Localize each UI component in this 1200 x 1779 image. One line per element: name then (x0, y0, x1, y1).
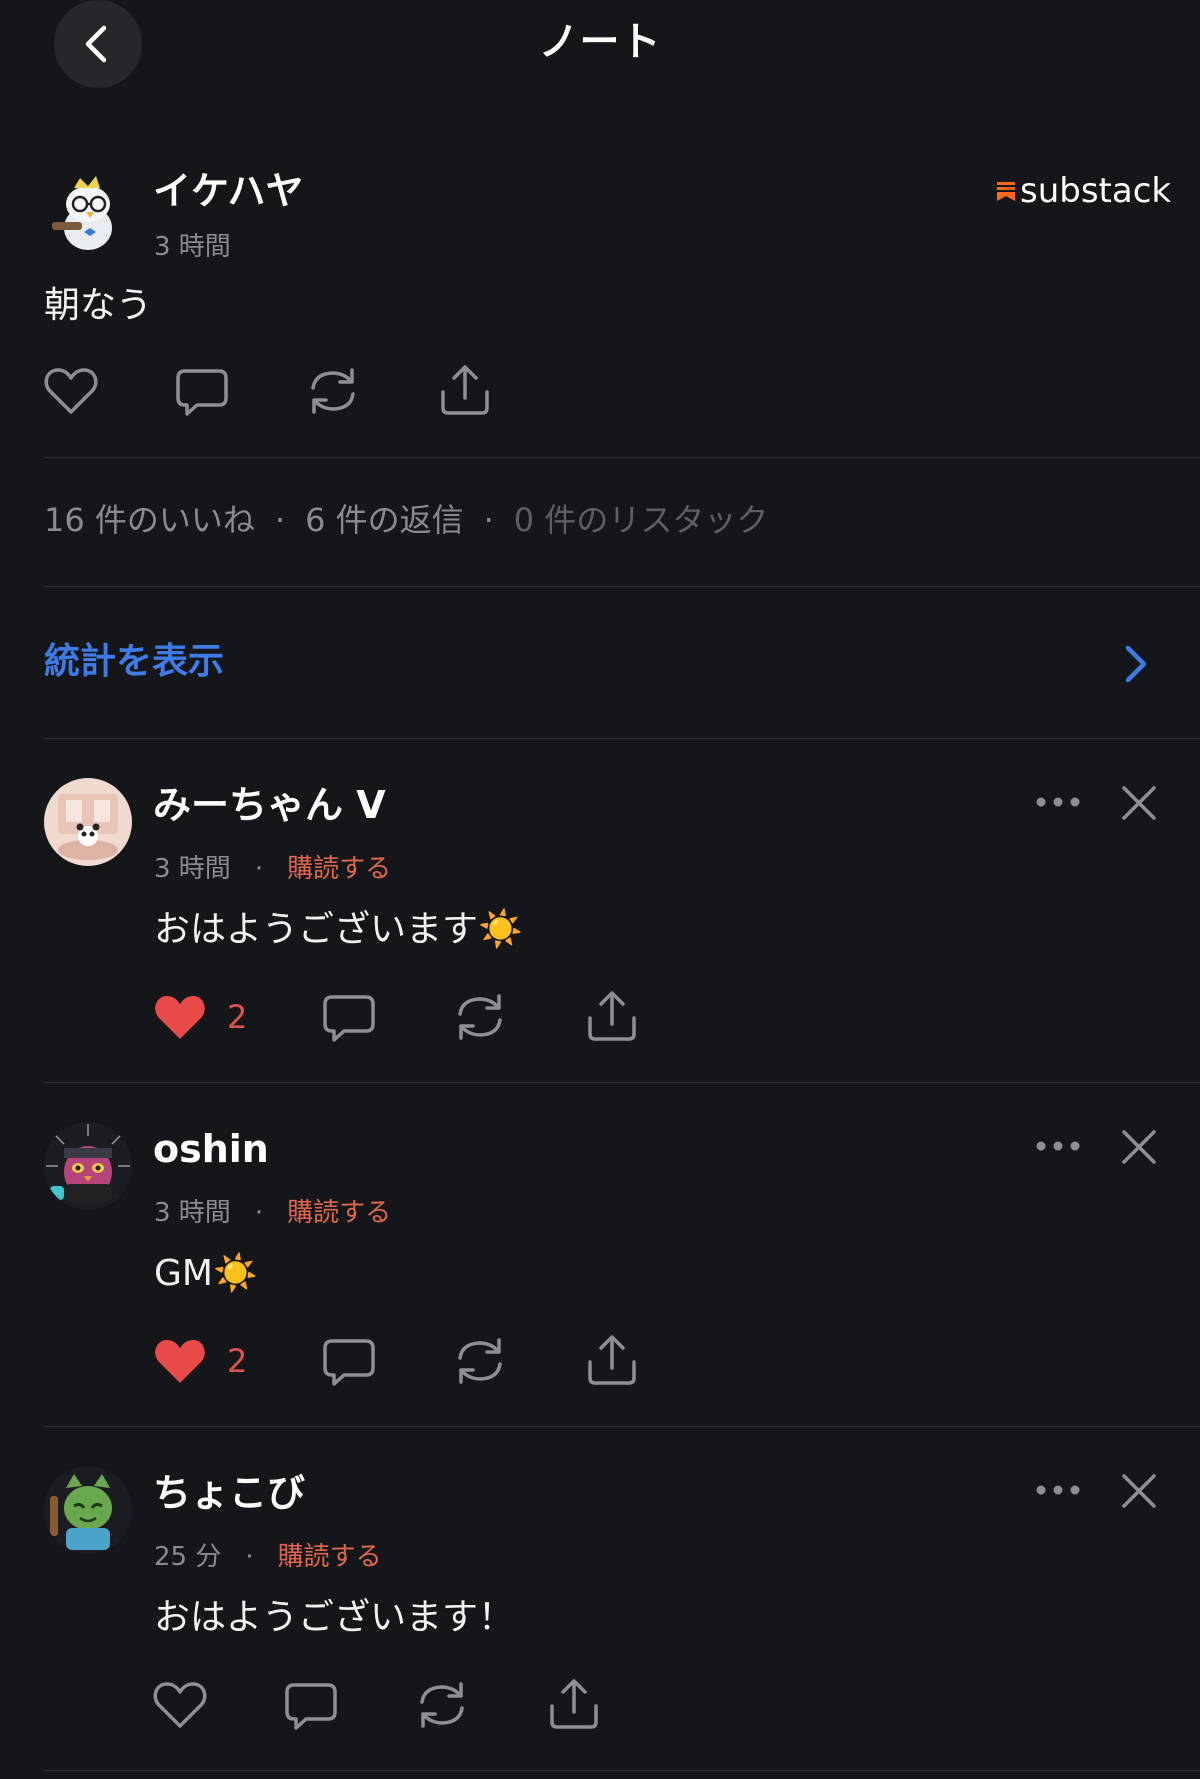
more-options-button[interactable] (1032, 1482, 1084, 1498)
share-button[interactable] (438, 364, 492, 416)
share-icon (441, 365, 489, 415)
restack-button[interactable] (453, 1336, 507, 1386)
avatar-ninja-icon (44, 1122, 132, 1210)
restack-icon (458, 1338, 502, 1384)
dismiss-button[interactable] (1120, 1472, 1158, 1510)
reply-button[interactable] (322, 994, 376, 1044)
comment-timestamp: 25 分 (154, 1542, 222, 1572)
commenter-name[interactable]: ちょこび (153, 1474, 305, 1512)
close-icon (1122, 786, 1156, 820)
comment-icon (323, 995, 375, 1042)
commenter-avatar[interactable] (44, 1122, 132, 1210)
view-stats-row[interactable]: 統計を表示 (44, 610, 1156, 718)
heart-icon (44, 368, 98, 414)
post-stats: 16 件のいいね · 6 件の返信 · 0 件のリスタック (44, 504, 768, 536)
post-timestamp: 3 時間 (154, 232, 231, 262)
substack-wordmark: substack (1020, 171, 1172, 211)
like-button[interactable]: 2 (153, 992, 247, 1042)
heart-filled-icon (155, 1339, 205, 1383)
comment-timestamp: 3 時間 (154, 1198, 231, 1228)
more-options-button[interactable] (1032, 1138, 1084, 1154)
dismiss-button[interactable] (1120, 784, 1158, 822)
post-body: 朝なう (44, 285, 153, 326)
divider (44, 1082, 1200, 1083)
share-icon (550, 1679, 598, 1729)
view-stats-link[interactable]: 統計を表示 (44, 644, 224, 680)
restack-button[interactable] (415, 1680, 469, 1730)
share-button[interactable] (585, 1334, 639, 1386)
commenter-name[interactable]: みーちゃん V (153, 786, 386, 824)
dismiss-button[interactable] (1120, 1128, 1158, 1166)
share-button[interactable] (547, 1678, 601, 1730)
comment-item: oshin 3 時間 · 購読する GM☀️ 2 (0, 1084, 1200, 1426)
stats-separator: · (483, 501, 494, 539)
substack-badge: substack (996, 174, 1171, 208)
comment-body: おはようございます☀️ (154, 909, 523, 950)
meta-separator: · (254, 854, 264, 884)
like-count: 2 (227, 1342, 248, 1380)
share-button[interactable] (585, 990, 639, 1042)
share-icon (588, 991, 636, 1041)
comment-body: GM☀️ (154, 1253, 258, 1294)
comment-meta: 3 時間 · 購読する (154, 1200, 391, 1226)
meta-separator: · (245, 1542, 254, 1572)
avatar-dragon-icon (44, 1466, 132, 1554)
reply-button[interactable] (284, 1682, 338, 1732)
reply-button[interactable] (175, 368, 229, 418)
restack-icon (458, 994, 502, 1040)
heart-filled-icon (155, 995, 205, 1039)
close-icon (1122, 1474, 1156, 1508)
restack-icon (311, 368, 355, 414)
comment-meta: 3 時間 · 購読する (154, 856, 391, 882)
meta-separator: · (254, 1198, 264, 1228)
heart-icon (153, 1682, 207, 1728)
like-button[interactable] (153, 1680, 207, 1730)
divider (44, 738, 1200, 739)
comment-icon (285, 1683, 337, 1730)
restack-icon (420, 1682, 464, 1728)
restack-button[interactable] (306, 366, 360, 416)
subscribe-link[interactable]: 購読する (287, 856, 391, 882)
substack-logo-icon (997, 182, 1015, 201)
subscribe-link[interactable]: 購読する (278, 1544, 382, 1570)
close-icon (1122, 1130, 1156, 1164)
stats-separator: · (274, 501, 286, 539)
comment-meta: 25 分 · 購読する (154, 1544, 382, 1570)
page-title: ノート (538, 19, 662, 65)
avatar-bird-icon (44, 170, 132, 258)
post-author-name[interactable]: イケハヤ (153, 172, 303, 210)
divider (44, 457, 1200, 458)
chevron-right-icon (1125, 645, 1147, 683)
like-button[interactable] (44, 366, 98, 416)
commenter-name[interactable]: oshin (153, 1130, 269, 1168)
more-icon (1036, 1141, 1080, 1151)
comment-item: ちょこび 25 分 · 購読する おはようございます！ (0, 1428, 1200, 1770)
restack-button[interactable] (453, 992, 507, 1042)
comment-icon (176, 369, 228, 416)
share-icon (588, 1335, 636, 1385)
more-options-button[interactable] (1032, 794, 1084, 810)
more-icon (1036, 797, 1080, 807)
restacks-count: 0 件のリスタック (513, 501, 769, 539)
commenter-avatar[interactable] (44, 778, 132, 866)
commenter-avatar[interactable] (44, 1466, 132, 1554)
avatar-room-icon (44, 778, 132, 866)
divider (44, 1770, 1200, 1771)
more-icon (1036, 1485, 1080, 1495)
replies-count[interactable]: 6 件の返信 (305, 504, 464, 536)
divider (44, 1426, 1200, 1427)
comment-icon (323, 1339, 375, 1386)
comment-item: みーちゃん V 3 時間 · 購読する おはようございます☀️ 2 (0, 740, 1200, 1082)
reply-button[interactable] (322, 1338, 376, 1388)
likes-count[interactable]: 16 件のいいね (44, 504, 255, 536)
like-button[interactable]: 2 (153, 1336, 247, 1386)
author-avatar[interactable] (44, 170, 132, 258)
comment-body: おはようございます！ (154, 1597, 515, 1638)
subscribe-link[interactable]: 購読する (287, 1200, 391, 1226)
comment-timestamp: 3 時間 (154, 854, 231, 884)
divider (44, 586, 1200, 587)
like-count: 2 (227, 998, 248, 1036)
